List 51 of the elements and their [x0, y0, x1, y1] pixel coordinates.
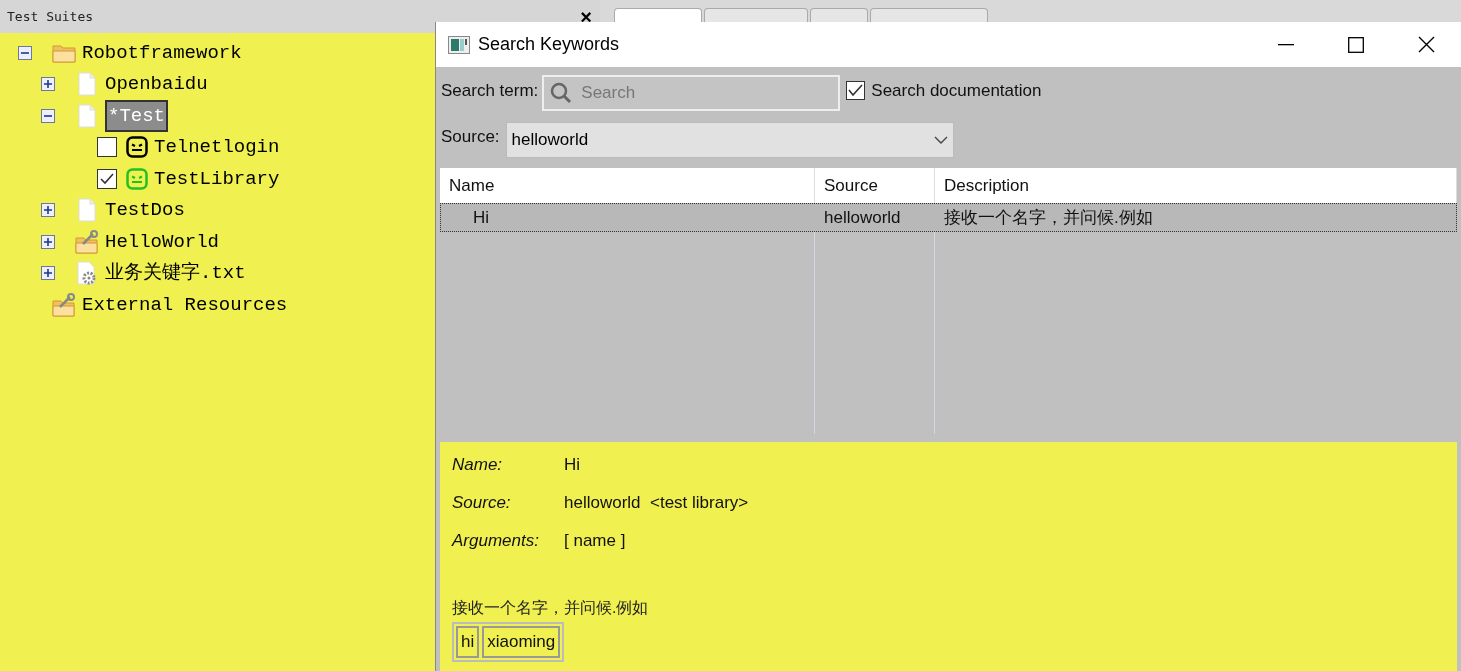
- source-label: Source:: [441, 126, 500, 148]
- field-label: Name:: [452, 454, 504, 477]
- panel-title: Test Suites: [7, 7, 94, 26]
- file-icon: [77, 103, 97, 128]
- checkbox-label: Search documentation: [871, 80, 1042, 102]
- checkbox[interactable]: [97, 168, 117, 189]
- collapse-toggle[interactable]: [41, 108, 55, 123]
- table-cell: hi: [456, 626, 480, 658]
- source-dropdown[interactable]: helloworld: [505, 122, 954, 158]
- gear-file-icon: [76, 261, 98, 286]
- expand-toggle[interactable]: [41, 203, 55, 218]
- expand-toggle[interactable]: [41, 77, 55, 92]
- keyword-description: 接收一个名字，并问候.例如: [452, 598, 650, 618]
- search-field[interactable]: Search: [542, 75, 841, 111]
- file-icon: [77, 72, 97, 97]
- tree-item[interactable]: TestLibrary: [154, 164, 280, 193]
- field-label: Arguments:: [452, 530, 540, 553]
- table-cell: xiaoming: [482, 626, 561, 658]
- maximize-icon: [1348, 36, 1364, 53]
- tree-item[interactable]: TestDos: [105, 196, 185, 225]
- table-row[interactable]: Hi helloworld 接收一个名字，并问候.例如: [440, 203, 1457, 232]
- checkbox[interactable]: [97, 137, 117, 158]
- folder-icon: [52, 42, 76, 63]
- expand-toggle[interactable]: [41, 234, 55, 249]
- tree-item[interactable]: HelloWorld: [105, 227, 220, 256]
- close-icon: [1417, 36, 1435, 53]
- tree-item[interactable]: 业务关键字.txt: [105, 259, 246, 288]
- expand-toggle[interactable]: [41, 266, 55, 281]
- folder-wrench-icon: [75, 229, 99, 254]
- field-value: helloworld <test library>: [564, 492, 749, 515]
- close-button[interactable]: ×: [580, 6, 592, 27]
- field-label: Source:: [452, 492, 512, 515]
- tree-item[interactable]: Robotframework: [82, 38, 242, 67]
- collapse-toggle[interactable]: [18, 45, 32, 60]
- table-cell-text: Hi: [472, 206, 491, 229]
- tree-item[interactable]: External Resources: [82, 290, 288, 319]
- window-icon: [448, 35, 470, 54]
- window-title: Search Keywords: [478, 33, 620, 56]
- file-icon: [77, 198, 97, 223]
- tree-item[interactable]: Telnetlogin: [154, 133, 280, 162]
- field-value: [ name ]: [564, 530, 626, 553]
- folder-wrench-icon: [52, 292, 76, 317]
- search-icon: [549, 81, 574, 105]
- checkbox[interactable]: [846, 81, 866, 101]
- table-cell-text: 接收一个名字，并问候.例如: [943, 206, 1154, 229]
- field-value: Hi: [564, 454, 581, 477]
- minimize-icon: [1278, 43, 1294, 46]
- search-term-label: Search term:: [441, 80, 539, 102]
- chevron-down-icon: [933, 136, 948, 144]
- tree-item[interactable]: Openbaidu: [105, 70, 208, 99]
- table-cell-text: helloworld: [823, 206, 902, 229]
